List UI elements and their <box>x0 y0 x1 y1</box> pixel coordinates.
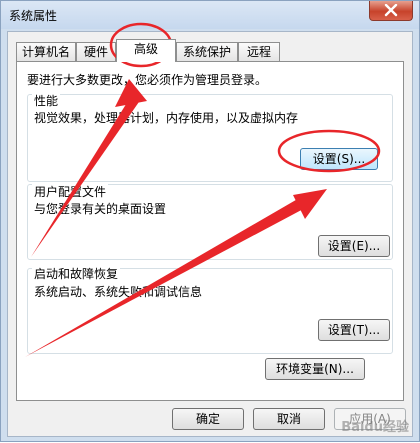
performance-group: 性能 视觉效果，处理器计划，内存使用，以及虚拟内存 设置(S)... <box>27 92 393 182</box>
performance-settings-button[interactable]: 设置(S)... <box>300 148 378 170</box>
watermark: Baidu经验 <box>341 420 409 435</box>
startup-recovery-title: 启动和故障恢复 <box>32 265 121 282</box>
user-profile-settings-button[interactable]: 设置(E)... <box>318 235 390 257</box>
user-profile-description: 与您登录有关的桌面设置 <box>34 202 167 216</box>
user-profile-title: 用户配置文件 <box>32 183 109 200</box>
startup-recovery-group: 启动和故障恢复 系统启动、系统失败和调试信息 设置(T)... <box>27 265 393 354</box>
tab-remote[interactable]: 远程 <box>238 42 280 61</box>
close-icon <box>384 4 398 17</box>
startup-recovery-settings-button[interactable]: 设置(T)... <box>318 319 390 341</box>
environment-variables-button[interactable]: 环境变量(N)... <box>265 358 365 380</box>
ok-button[interactable]: 确定 <box>172 408 244 430</box>
tab-system-protection[interactable]: 系统保护 <box>176 42 238 61</box>
advanced-tab-panel: 要进行大多数更改，您必须作为管理员登录。 性能 视觉效果，处理器计划，内存使用，… <box>16 61 404 401</box>
performance-description: 视觉效果，处理器计划，内存使用，以及虚拟内存 <box>34 111 299 125</box>
tab-advanced[interactable]: 高级 <box>116 39 176 62</box>
cancel-button[interactable]: 取消 <box>253 408 325 430</box>
performance-title: 性能 <box>32 92 61 109</box>
system-properties-window: 系统属性 计算机名 硬件 高级 系统保护 远程 要进行大多数更改，您必须作为管理… <box>0 0 420 442</box>
tab-hardware[interactable]: 硬件 <box>76 42 116 61</box>
tab-computer-name[interactable]: 计算机名 <box>16 42 76 61</box>
window-title: 系统属性 <box>9 9 58 23</box>
startup-recovery-description: 系统启动、系统失败和调试信息 <box>34 285 203 299</box>
close-button[interactable] <box>369 1 413 21</box>
user-profile-group: 用户配置文件 与您登录有关的桌面设置 设置(E)... <box>27 183 393 260</box>
dialog-client-area: 计算机名 硬件 高级 系统保护 远程 要进行大多数更改，您必须作为管理员登录。 … <box>7 31 413 437</box>
admin-notice: 要进行大多数更改，您必须作为管理员登录。 <box>27 73 268 87</box>
title-bar[interactable]: 系统属性 <box>1 1 419 29</box>
